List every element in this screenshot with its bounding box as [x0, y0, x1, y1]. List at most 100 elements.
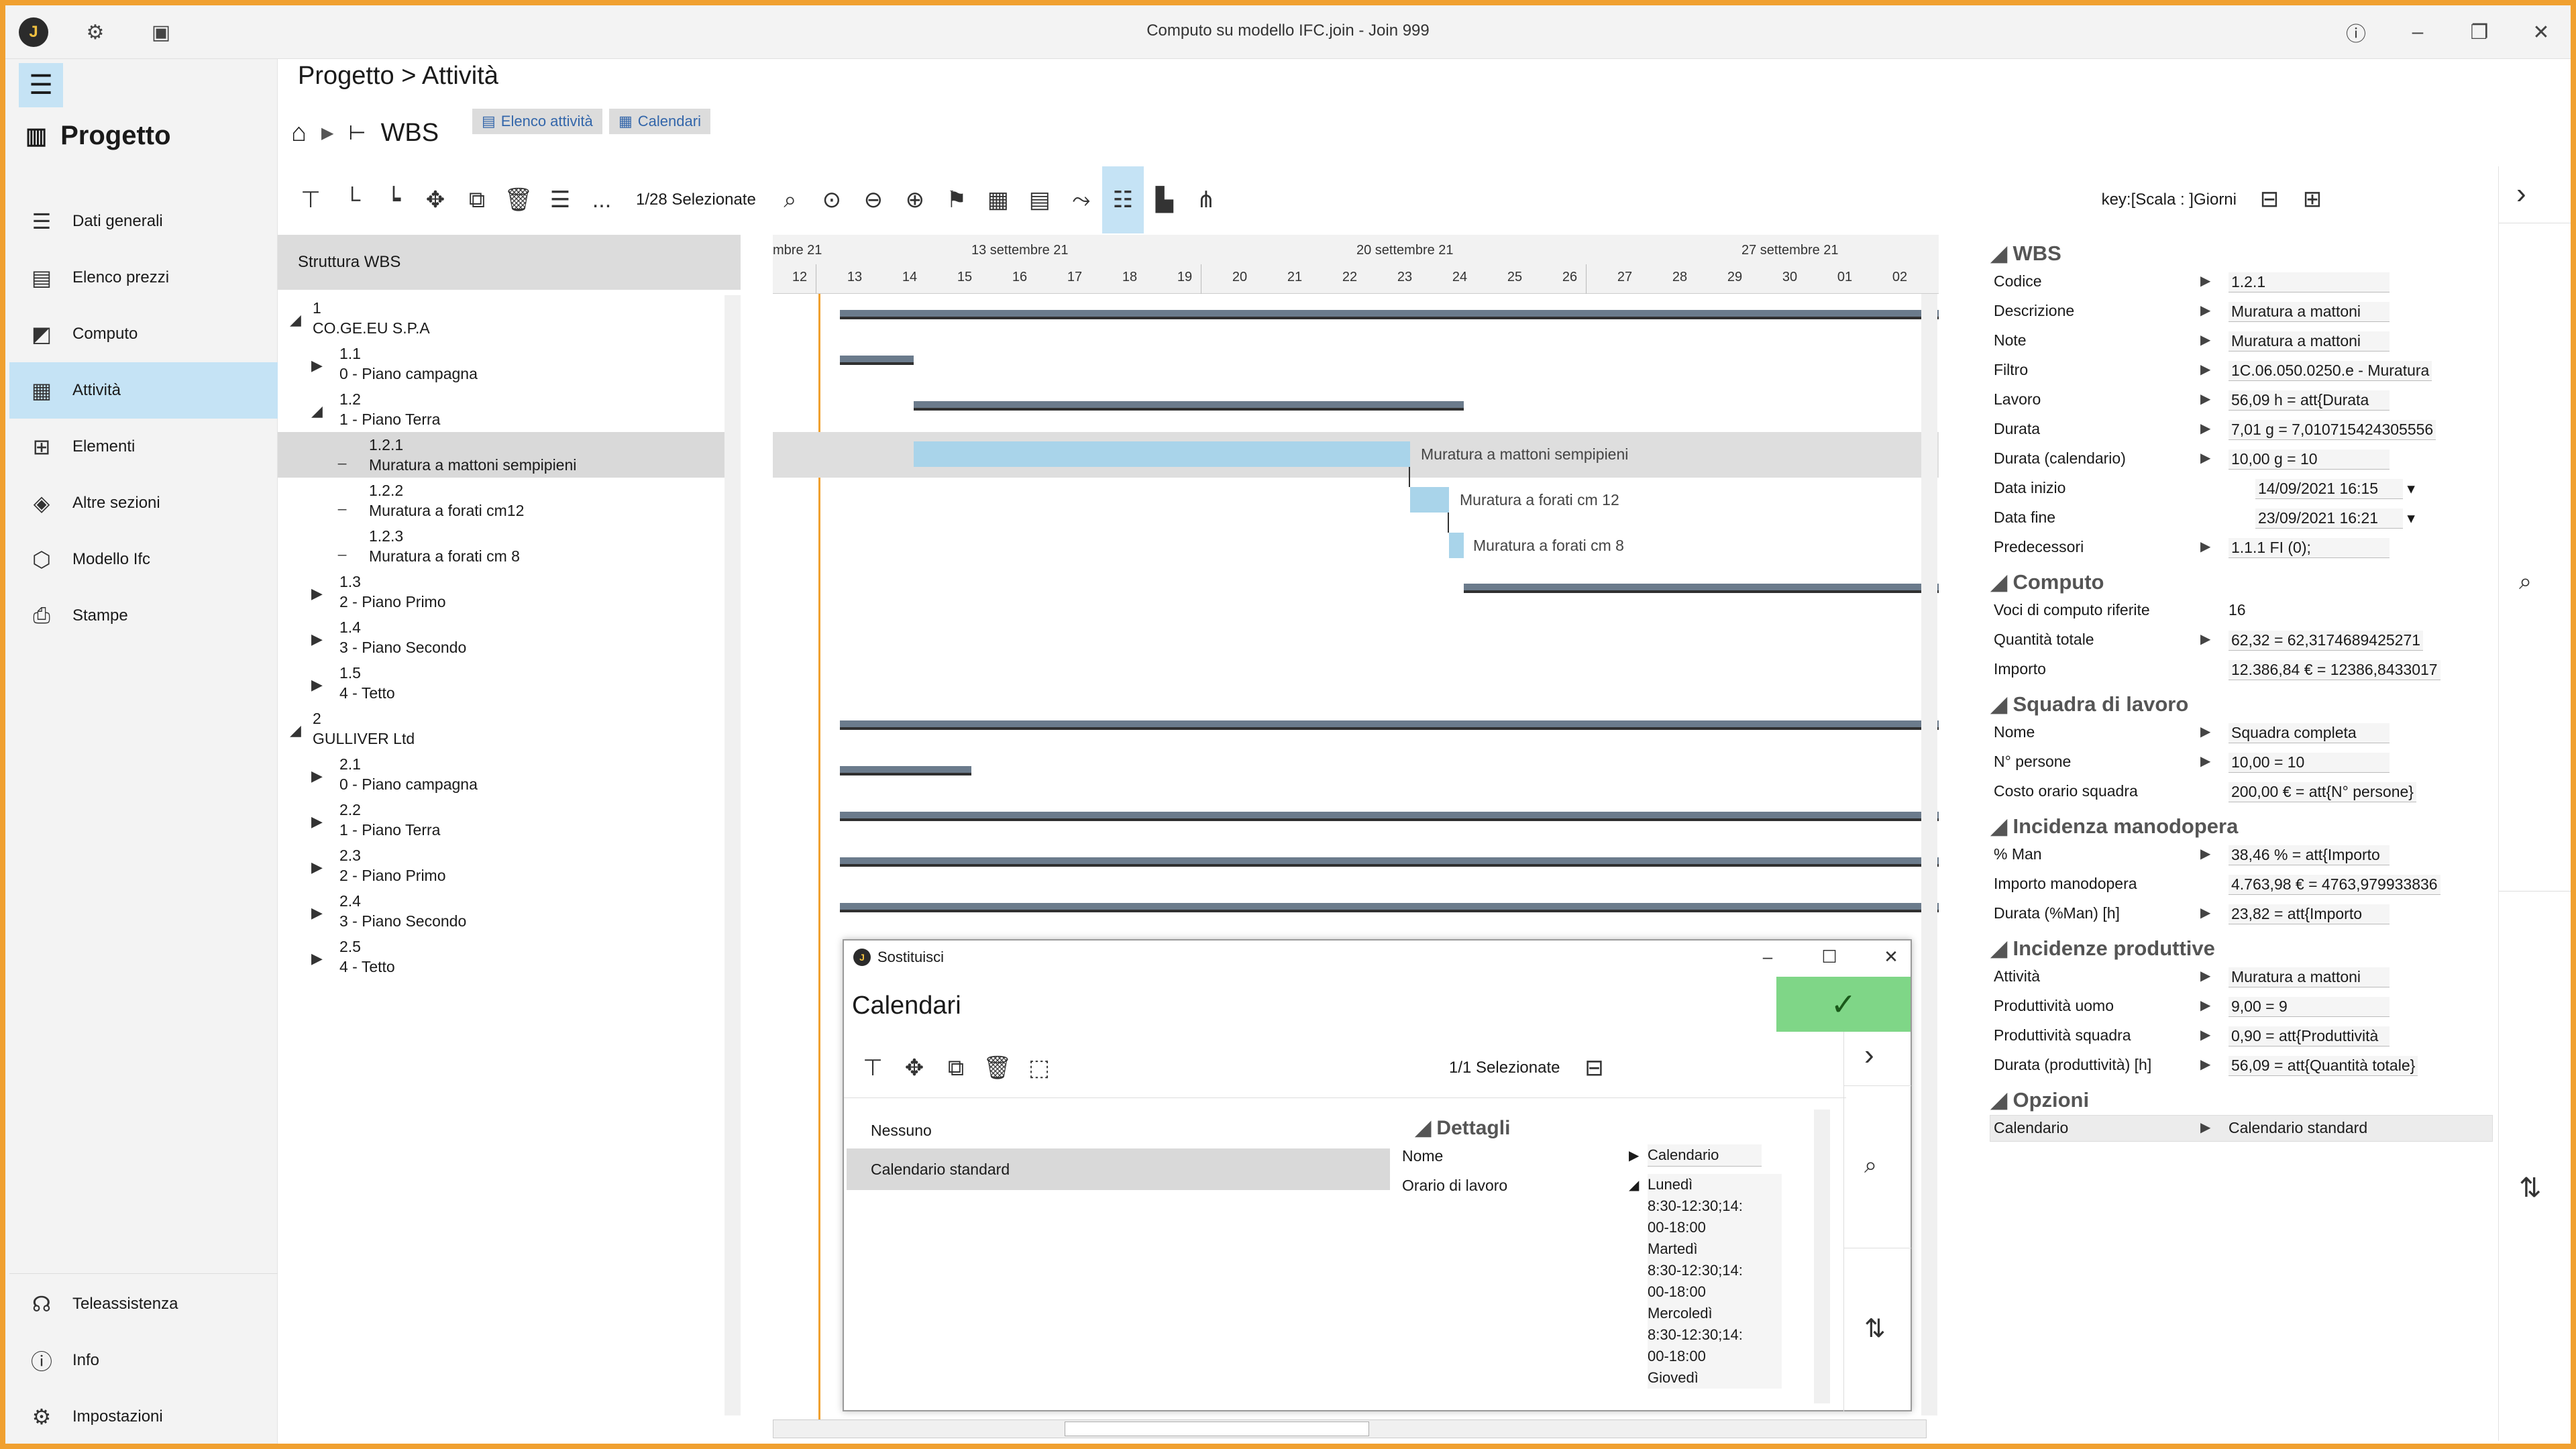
help-icon[interactable]: ⓘ: [2340, 16, 2372, 48]
expand-arrow-icon[interactable]: ▶: [2200, 538, 2210, 555]
copy-icon[interactable]: ⧉: [456, 179, 498, 221]
expander-icon[interactable]: ▶: [311, 813, 323, 830]
summary-bar[interactable]: [914, 401, 1464, 411]
prop-lavoro[interactable]: 56,09 h = att{Durata: [2229, 390, 2390, 411]
expand-arrow-icon[interactable]: ▶: [2200, 1056, 2210, 1073]
list-item[interactable]: Nessuno: [847, 1110, 1390, 1151]
expand-arrow-icon[interactable]: ▶: [2200, 631, 2210, 647]
summary-bar[interactable]: [840, 903, 1939, 912]
sidebar-item-impostazioni[interactable]: ⚙ Impostazioni: [9, 1389, 278, 1444]
move-icon[interactable]: ✥: [894, 1047, 935, 1089]
prop-value[interactable]: 23,82 = att{Importo: [2229, 904, 2390, 924]
expander-icon[interactable]: ◢: [290, 722, 301, 739]
prop-importo[interactable]: 12.386,84 € = 12386,8433017: [2229, 660, 2440, 680]
prop-attivita[interactable]: Muratura a mattoni: [2229, 967, 2390, 987]
tab-elenco-attivita[interactable]: ▤ Elenco attività: [472, 109, 602, 134]
tree-row[interactable]: ▶ 2.3 2 - Piano Primo: [278, 843, 741, 888]
sidebar-item-attivita[interactable]: ▦ Attività: [9, 362, 278, 419]
critical-path-icon[interactable]: ⋔: [1185, 179, 1227, 221]
sidebar-item-teleassistenza[interactable]: ☊ Teleassistenza: [9, 1276, 278, 1332]
restore-icon[interactable]: ❐: [2463, 16, 2496, 48]
expand-arrow-icon[interactable]: ▶: [2200, 967, 2210, 984]
prop-value[interactable]: 1.1.1 FI (0);: [2229, 538, 2390, 558]
expand-arrow-icon[interactable]: ▶: [2200, 1119, 2210, 1136]
copy-icon[interactable]: ⧉: [935, 1047, 977, 1089]
prop-value[interactable]: Muratura a mattoni: [2229, 331, 2390, 352]
expand-arrow-icon[interactable]: ▶: [2200, 845, 2210, 862]
minimize-icon[interactable]: –: [2402, 16, 2434, 48]
prop-value[interactable]: Muratura a mattoni: [2229, 302, 2390, 322]
expand-arrow-icon[interactable]: ▶: [2200, 272, 2210, 289]
summary-bar[interactable]: [840, 310, 1939, 319]
prop-predecessori[interactable]: 1.1.1 FI (0);: [2229, 538, 2390, 558]
columns-icon[interactable]: ⊟: [2249, 178, 2290, 220]
delete-icon[interactable]: 🗑: [977, 1047, 1018, 1089]
prop-note[interactable]: Muratura a mattoni: [2229, 331, 2390, 352]
calendar-dropdown-icon[interactable]: ▾: [2407, 509, 2415, 527]
tree-row[interactable]: ▶ 2.2 1 - Piano Terra: [278, 797, 741, 843]
expand-arrow-icon[interactable]: ▶: [2200, 331, 2210, 348]
tree-row[interactable]: ▶ 1.5 4 - Tetto: [278, 660, 741, 706]
expander-icon[interactable]: ▶: [311, 676, 323, 694]
prop-value[interactable]: 4.763,98 € = 4763,979933836: [2229, 875, 2440, 895]
date-picker-value[interactable]: 14/09/2021 16:15: [2255, 479, 2403, 499]
sidebar-item-info[interactable]: ⓘ Info: [9, 1332, 278, 1389]
prop-codice[interactable]: 1.2.1: [2229, 272, 2390, 292]
prop-filtro[interactable]: 1C.06.050.0250.e - Muratura: [2229, 361, 2432, 381]
prop-durata-calendario[interactable]: 10,00 g = 10: [2229, 449, 2390, 470]
wbs-label[interactable]: WBS: [381, 119, 439, 148]
prop-value[interactable]: Muratura a mattoni: [2229, 967, 2390, 987]
prop-value[interactable]: Calendario standard: [2229, 1119, 2367, 1137]
prop-value[interactable]: 12.386,84 € = 12386,8433017: [2229, 660, 2440, 680]
summary-bar[interactable]: [840, 857, 1939, 867]
expander-icon[interactable]: ▶: [311, 904, 323, 922]
columns-icon[interactable]: ⊟: [1573, 1047, 1615, 1089]
sidebar-item-dati-generali[interactable]: ☰ Dati generali: [9, 193, 278, 250]
prop-value[interactable]: 1C.06.050.0250.e - Muratura: [2229, 361, 2432, 381]
hamburger-menu-icon[interactable]: ☰: [19, 63, 63, 107]
calendar-date-icon[interactable]: ▦: [977, 179, 1019, 221]
tree-row[interactable]: ▶ 1.4 3 - Piano Secondo: [278, 614, 741, 660]
prop-value[interactable]: 7,01 g = 7,010715424305556: [2229, 420, 2436, 440]
prop-value[interactable]: 200,00 € = att{N° persone}: [2229, 782, 2416, 802]
prop-persone[interactable]: 10,00 = 10: [2229, 753, 2390, 773]
tree-row[interactable]: _ 1.2.1 Muratura a mattoni sempipieni: [278, 432, 741, 478]
columns-settings-icon[interactable]: ⊞: [2292, 178, 2333, 220]
expander-icon[interactable]: ▶: [311, 631, 323, 648]
summary-bar[interactable]: [840, 720, 1939, 730]
add-sibling-icon[interactable]: ⊤: [290, 179, 331, 221]
filter-search-icon[interactable]: ⌕: [2519, 569, 2532, 595]
prop-durata-man[interactable]: 23,82 = att{Importo: [2229, 904, 2390, 924]
prop-prod-squadra[interactable]: 0,90 = att{Produttività: [2229, 1026, 2390, 1046]
prop-nome-squadra[interactable]: Squadra completa: [2229, 723, 2390, 743]
sort-icon[interactable]: ⇅: [2519, 1173, 2542, 1203]
list-item[interactable]: Calendario standard: [847, 1148, 1390, 1190]
expand-arrow-icon[interactable]: ▶: [2200, 420, 2210, 437]
prop-quantita[interactable]: 62,32 = 62,3174689425271: [2229, 631, 2424, 651]
expand-arrow-icon[interactable]: ▶: [2200, 904, 2210, 921]
tab-calendari[interactable]: ▦ Calendari: [609, 109, 710, 134]
task-bar[interactable]: [1410, 487, 1449, 513]
table-icon[interactable]: ▤: [1019, 179, 1061, 221]
add-child-icon[interactable]: └: [331, 179, 373, 221]
expand-arrow-icon[interactable]: ▶: [2200, 753, 2210, 769]
zoom-out-icon[interactable]: ⊖: [853, 179, 894, 221]
hscroll-thumb[interactable]: [1065, 1421, 1369, 1436]
more-icon[interactable]: ...: [581, 179, 623, 221]
chevron-right-icon[interactable]: ›: [1864, 1038, 1874, 1072]
add-child-below-icon[interactable]: ┕: [373, 179, 415, 221]
sidebar-item-stampe[interactable]: ⎙ Stampe: [9, 588, 278, 644]
move-icon[interactable]: ✥: [415, 179, 456, 221]
zoom-fit-icon[interactable]: ⊙: [811, 179, 853, 221]
tree-row[interactable]: ▶ 2.4 3 - Piano Secondo: [278, 888, 741, 934]
calendar-dropdown-icon[interactable]: ▾: [2407, 480, 2415, 497]
prop-value[interactable]: 56,09 = att{Quantità totale}: [2229, 1056, 2418, 1076]
task-bar[interactable]: [914, 441, 1410, 467]
expand-arrow-icon[interactable]: ▶: [2200, 723, 2210, 740]
bar-chart-icon[interactable]: ▙: [1144, 179, 1185, 221]
prop-value[interactable]: 62,32 = 62,3174689425271: [2229, 631, 2424, 651]
expand-arrow-icon[interactable]: ▶: [2200, 997, 2210, 1014]
chevron-right-icon[interactable]: ›: [2516, 177, 2526, 211]
summary-bar[interactable]: [1464, 584, 1939, 593]
prop-perc-man[interactable]: 38,46 % = att{Importo: [2229, 845, 2390, 865]
